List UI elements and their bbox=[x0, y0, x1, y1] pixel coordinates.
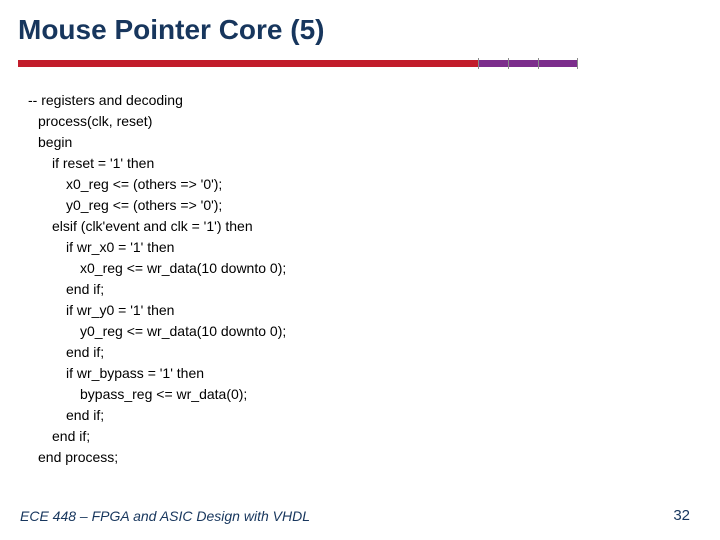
rule-red bbox=[18, 60, 478, 67]
code-line: if wr_x0 = '1' then bbox=[28, 237, 286, 258]
rule-tick bbox=[538, 58, 539, 69]
page-title: Mouse Pointer Core (5) bbox=[18, 14, 324, 46]
code-line: if wr_bypass = '1' then bbox=[28, 363, 286, 384]
code-line: end if; bbox=[28, 279, 286, 300]
footer-course: ECE 448 – FPGA and ASIC Design with VHDL bbox=[20, 508, 310, 524]
rule-tick bbox=[478, 58, 479, 69]
code-line: y0_reg <= (others => '0'); bbox=[28, 195, 286, 216]
code-line: -- registers and decoding bbox=[28, 90, 286, 111]
code-line: if reset = '1' then bbox=[28, 153, 286, 174]
page-number: 32 bbox=[673, 507, 690, 524]
code-block: -- registers and decoding process(clk, r… bbox=[28, 90, 286, 468]
title-rule bbox=[18, 60, 578, 67]
code-line: y0_reg <= wr_data(10 downto 0); bbox=[28, 321, 286, 342]
code-line: bypass_reg <= wr_data(0); bbox=[28, 384, 286, 405]
code-line: x0_reg <= (others => '0'); bbox=[28, 174, 286, 195]
rule-tick bbox=[577, 58, 578, 69]
code-line: if wr_y0 = '1' then bbox=[28, 300, 286, 321]
code-line: end if; bbox=[28, 342, 286, 363]
code-line: end if; bbox=[28, 426, 286, 447]
code-line: begin bbox=[28, 132, 286, 153]
code-line: elsif (clk'event and clk = '1') then bbox=[28, 216, 286, 237]
slide: Mouse Pointer Core (5) -- registers and … bbox=[0, 0, 720, 540]
rule-tick bbox=[508, 58, 509, 69]
code-line: end process; bbox=[28, 447, 286, 468]
code-line: x0_reg <= wr_data(10 downto 0); bbox=[28, 258, 286, 279]
code-line: process(clk, reset) bbox=[28, 111, 286, 132]
code-line: end if; bbox=[28, 405, 286, 426]
